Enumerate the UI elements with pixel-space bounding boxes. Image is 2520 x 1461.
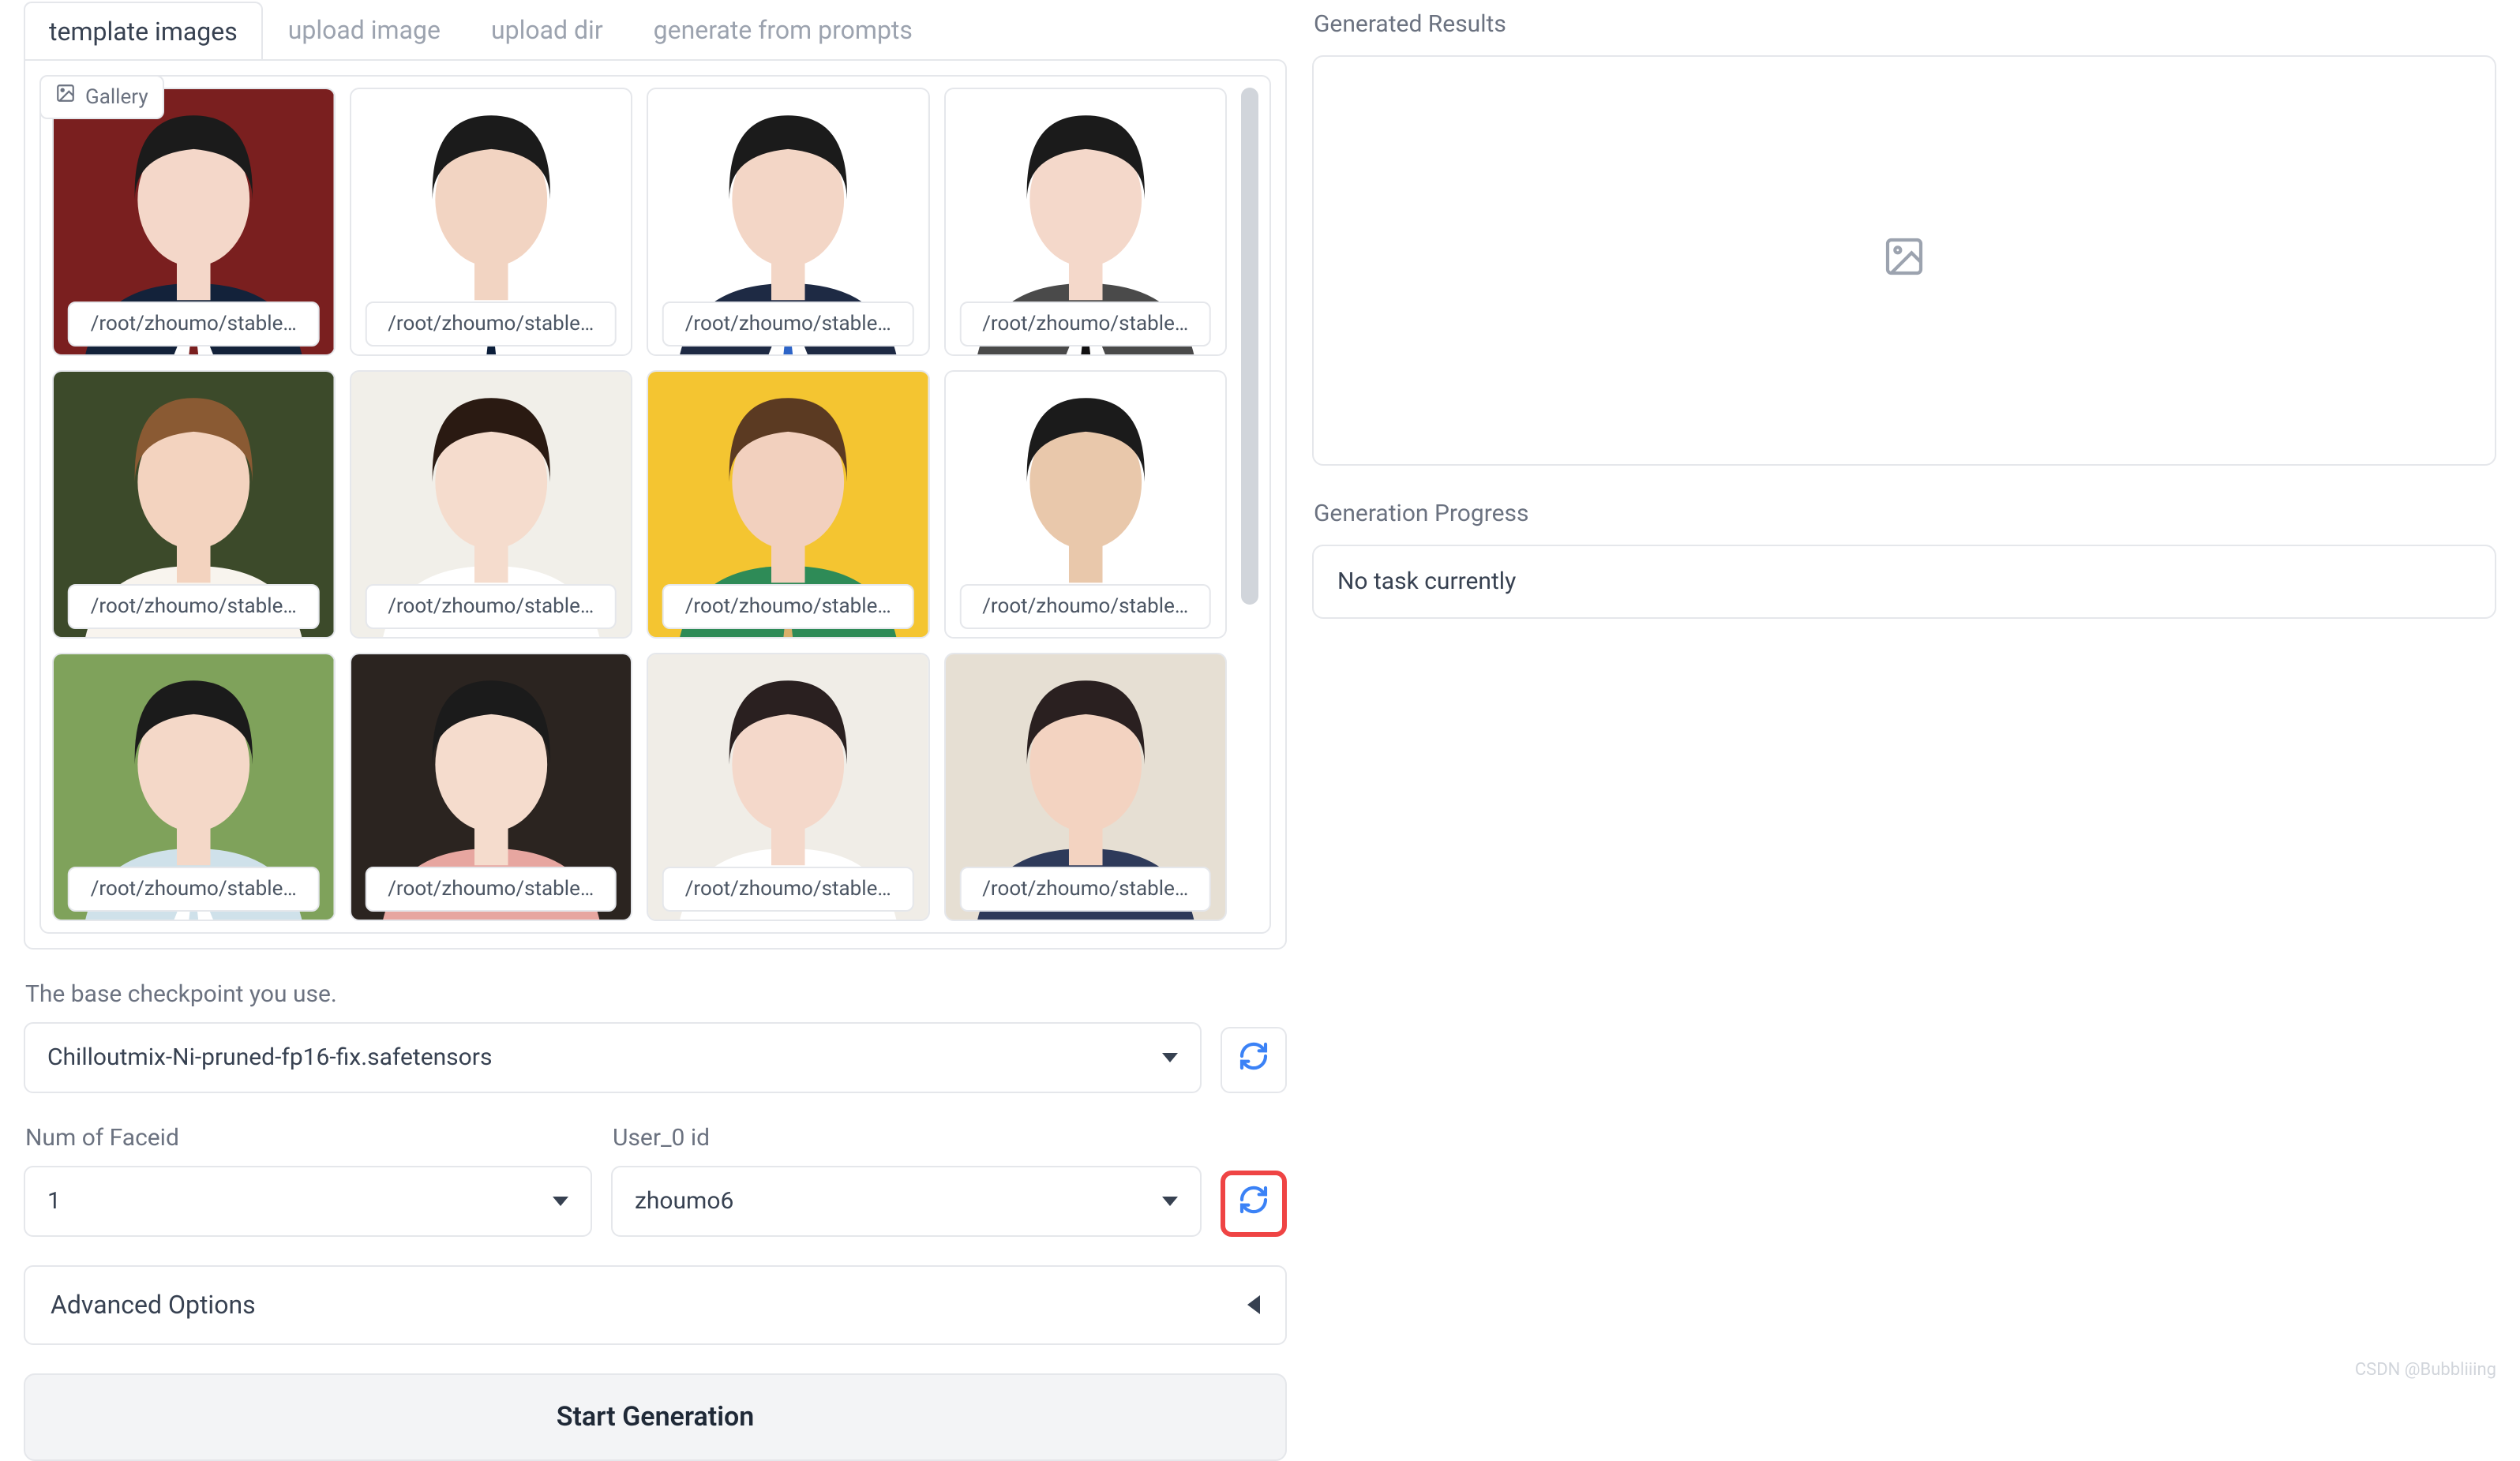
progress-value: No task currently	[1337, 568, 1516, 595]
refresh-user-button[interactable]	[1221, 1171, 1287, 1237]
advanced-options-accordion[interactable]: Advanced Options	[24, 1265, 1287, 1345]
image-placeholder-icon	[1882, 234, 1926, 287]
results-label: Generated Results	[1314, 8, 2496, 41]
progress-box: No task currently	[1312, 545, 2496, 619]
image-icon	[55, 83, 76, 111]
thumb-caption: /root/zhoumo/stable…	[662, 302, 914, 346]
chevron-down-icon	[1162, 1053, 1178, 1062]
gallery-thumb[interactable]: /root/zhoumo/stable…	[350, 88, 633, 356]
thumb-caption: /root/zhoumo/stable…	[68, 867, 320, 911]
thumb-caption: /root/zhoumo/stable…	[960, 584, 1212, 628]
chevron-down-icon	[553, 1197, 568, 1206]
thumb-caption: /root/zhoumo/stable…	[662, 867, 914, 911]
tabs: template images upload image upload dir …	[24, 0, 1287, 59]
gallery-thumb[interactable]: /root/zhoumo/stable…	[944, 653, 1228, 921]
user-id-label: User_0 id	[613, 1122, 1287, 1155]
thumb-caption: /root/zhoumo/stable…	[960, 302, 1212, 346]
thumbnail-grid: /root/zhoumo/stable… /root/zhoumo/stable…	[52, 88, 1241, 921]
gallery-badge: Gallery	[39, 75, 164, 119]
scrollbar-thumb[interactable]	[1241, 88, 1258, 605]
thumb-caption: /root/zhoumo/stable…	[68, 584, 320, 628]
refresh-icon	[1238, 1184, 1269, 1223]
user-id-select[interactable]: zhoumo6	[611, 1166, 1202, 1237]
gallery-thumb[interactable]: /root/zhoumo/stable…	[647, 88, 930, 356]
checkpoint-row: Chilloutmix-Ni-pruned-fp16-fix.safetenso…	[24, 1022, 1287, 1093]
checkpoint-label: The base checkpoint you use.	[25, 978, 1287, 1011]
gallery-panel: Gallery /root/zhoumo/stable…	[24, 59, 1287, 950]
gallery-thumb[interactable]: /root/zhoumo/stable…	[52, 88, 336, 356]
gallery-inner: /root/zhoumo/stable… /root/zhoumo/stable…	[39, 75, 1271, 934]
gallery-thumb[interactable]: /root/zhoumo/stable…	[944, 370, 1228, 639]
progress-label: Generation Progress	[1314, 497, 2496, 530]
triangle-left-icon	[1247, 1295, 1260, 1314]
thumb-caption: /root/zhoumo/stable…	[366, 584, 617, 628]
num-faceid-value: 1	[47, 1185, 61, 1218]
gallery-thumb[interactable]: /root/zhoumo/stable…	[52, 653, 336, 921]
thumb-caption: /root/zhoumo/stable…	[68, 302, 320, 346]
advanced-options-label: Advanced Options	[51, 1287, 256, 1323]
user-id-row: zhoumo6	[611, 1166, 1287, 1237]
chevron-down-icon	[1162, 1197, 1178, 1206]
gallery-thumb[interactable]: /root/zhoumo/stable…	[647, 653, 930, 921]
refresh-icon	[1238, 1040, 1269, 1080]
right-column: Generated Results Generation Progress No…	[1287, 0, 2496, 1370]
refresh-checkpoint-button[interactable]	[1221, 1027, 1287, 1093]
tab-upload-dir[interactable]: upload dir	[466, 0, 628, 59]
num-faceid-col: Num of Faceid 1	[24, 1093, 592, 1237]
user-id-col: User_0 id zhoumo6	[611, 1093, 1287, 1237]
thumb-caption: /root/zhoumo/stable…	[662, 584, 914, 628]
start-generation-button[interactable]: Start Generation	[24, 1373, 1287, 1461]
num-faceid-label: Num of Faceid	[25, 1122, 592, 1155]
watermark: CSDN @Bubbliiing	[2355, 1358, 2496, 1383]
faceid-user-row: Num of Faceid 1 User_0 id zhoumo6	[24, 1093, 1287, 1237]
gallery-thumb[interactable]: /root/zhoumo/stable…	[944, 88, 1228, 356]
checkpoint-value: Chilloutmix-Ni-pruned-fp16-fix.safetenso…	[47, 1041, 492, 1074]
gallery-badge-label: Gallery	[85, 83, 148, 111]
num-faceid-select[interactable]: 1	[24, 1166, 592, 1237]
left-column: template images upload image upload dir …	[24, 0, 1287, 1370]
gallery-thumb[interactable]: /root/zhoumo/stable…	[52, 370, 336, 639]
gallery-scrollbar[interactable]	[1241, 88, 1258, 921]
results-box[interactable]	[1312, 55, 2496, 466]
app-root: template images upload image upload dir …	[0, 0, 2520, 1394]
tab-upload-image[interactable]: upload image	[263, 0, 466, 59]
gallery-thumb[interactable]: /root/zhoumo/stable…	[647, 370, 930, 639]
thumb-caption: /root/zhoumo/stable…	[960, 867, 1212, 911]
tab-generate-from-prompts[interactable]: generate from prompts	[628, 0, 938, 59]
gallery-thumb[interactable]: /root/zhoumo/stable…	[350, 370, 633, 639]
user-id-value: zhoumo6	[635, 1185, 733, 1218]
checkpoint-select[interactable]: Chilloutmix-Ni-pruned-fp16-fix.safetenso…	[24, 1022, 1202, 1093]
thumb-caption: /root/zhoumo/stable…	[366, 302, 617, 346]
thumb-caption: /root/zhoumo/stable…	[366, 867, 617, 911]
tab-template-images[interactable]: template images	[24, 2, 263, 61]
gallery-thumb[interactable]: /root/zhoumo/stable…	[350, 653, 633, 921]
